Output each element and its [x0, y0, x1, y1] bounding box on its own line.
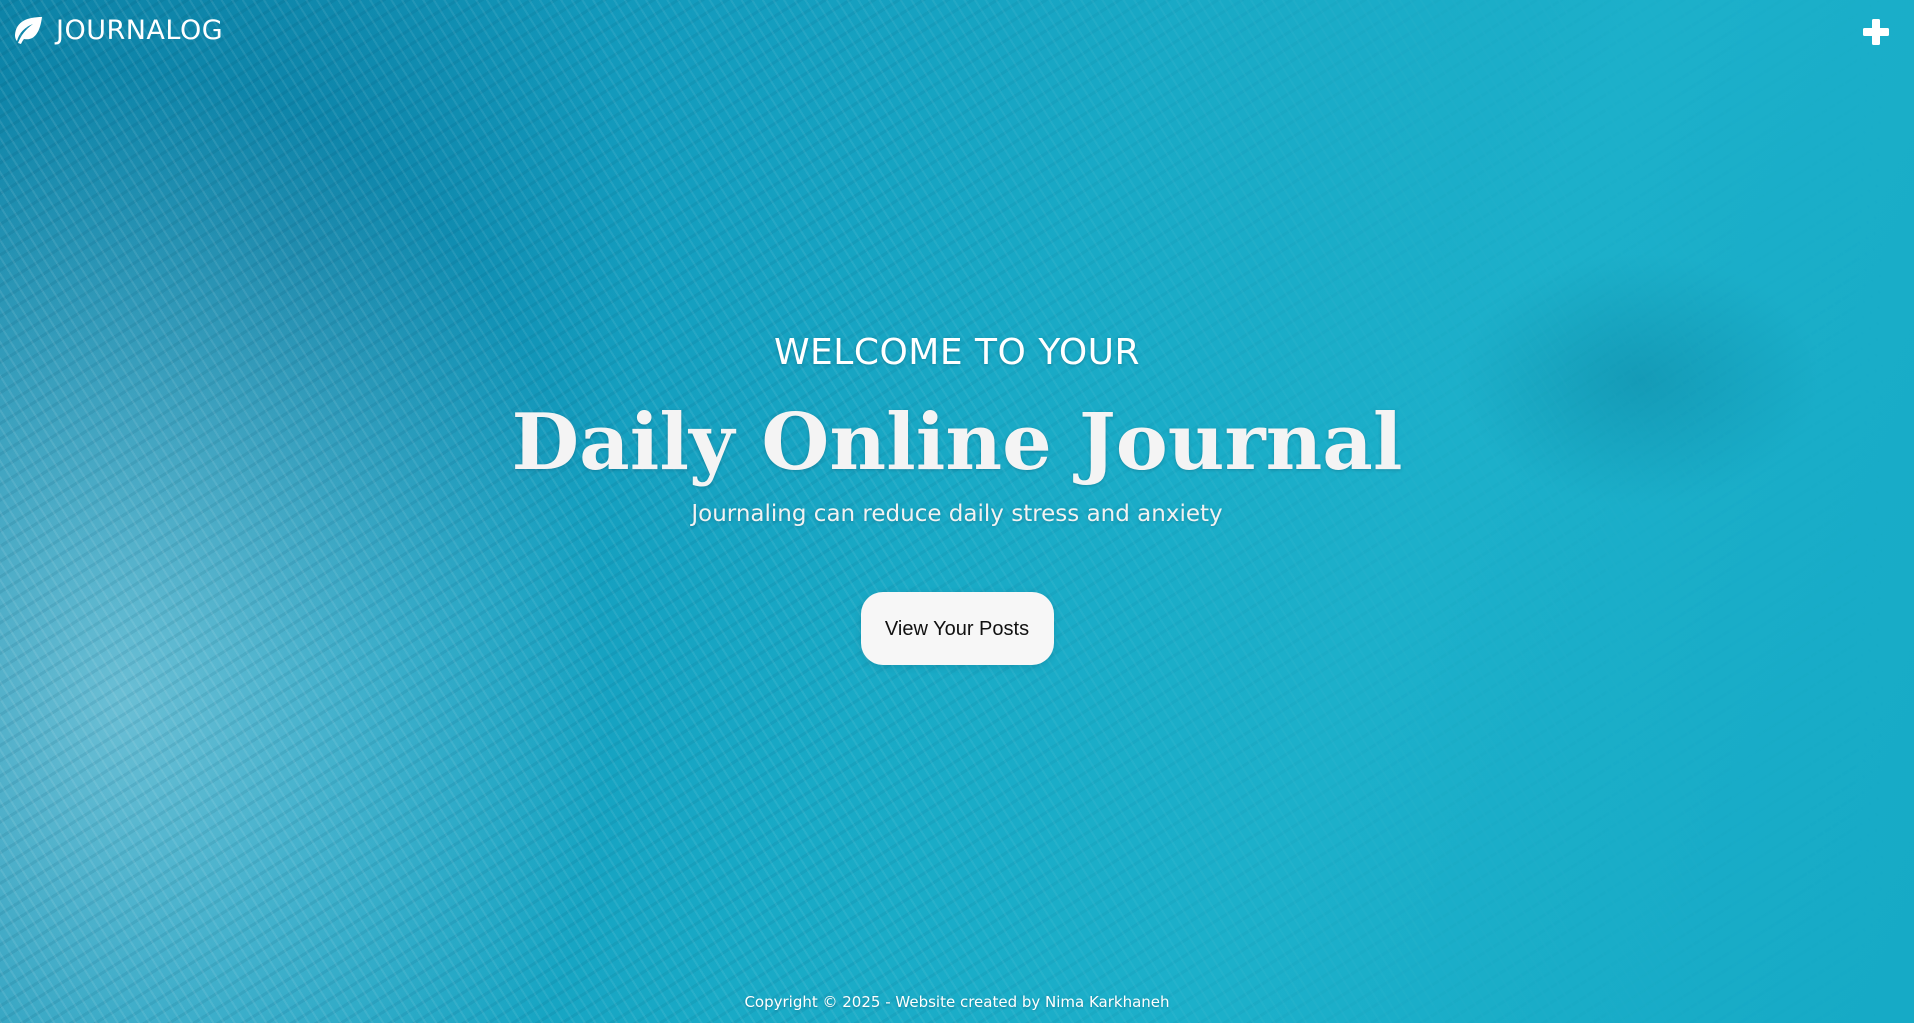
- add-post-button[interactable]: [1860, 16, 1892, 48]
- copyright-text: Copyright © 2025 - Website created by Ni…: [744, 993, 1170, 1011]
- plus-icon: [1860, 16, 1892, 48]
- footer: Copyright © 2025 - Website created by Ni…: [0, 993, 1914, 1011]
- leaf-icon: [10, 15, 44, 47]
- page-title: Daily Online Journal: [511, 397, 1403, 488]
- top-navbar: JOURNALOG: [0, 0, 1914, 62]
- view-posts-button[interactable]: View Your Posts: [860, 592, 1054, 665]
- welcome-heading: WELCOME TO YOUR: [773, 332, 1141, 373]
- hero-subtitle: Journaling can reduce daily stress and a…: [691, 501, 1223, 527]
- brand-link[interactable]: JOURNALOG: [10, 14, 223, 48]
- brand-name: JOURNALOG: [56, 15, 224, 46]
- hero-section: WELCOME TO YOUR Daily Online Journal Jou…: [0, 325, 1914, 665]
